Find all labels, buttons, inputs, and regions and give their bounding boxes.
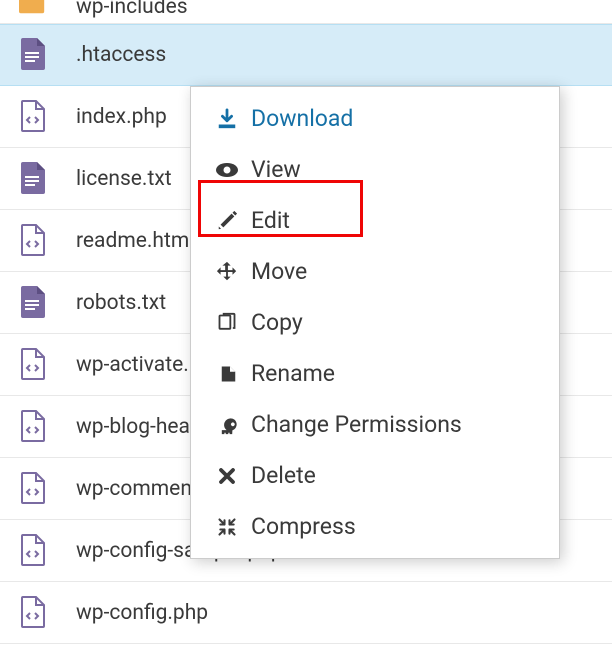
code-file-icon bbox=[18, 534, 48, 568]
document-icon bbox=[18, 38, 48, 72]
file-row[interactable]: wp-config.php bbox=[0, 582, 612, 644]
menu-item-view[interactable]: View bbox=[191, 144, 559, 195]
menu-label: Change Permissions bbox=[251, 411, 462, 438]
document-icon bbox=[18, 162, 48, 196]
eye-icon bbox=[213, 156, 241, 184]
menu-item-compress[interactable]: Compress bbox=[191, 501, 559, 552]
compress-icon bbox=[213, 513, 241, 541]
file-name: robots.txt bbox=[76, 291, 166, 315]
document-icon bbox=[18, 286, 48, 320]
menu-label: Copy bbox=[251, 309, 303, 336]
menu-item-move[interactable]: Move bbox=[191, 246, 559, 297]
close-icon bbox=[213, 462, 241, 490]
copy-icon bbox=[213, 309, 241, 337]
code-file-icon bbox=[18, 410, 48, 444]
code-file-icon bbox=[18, 224, 48, 258]
menu-item-download[interactable]: Download bbox=[191, 93, 559, 144]
code-file-icon bbox=[18, 472, 48, 506]
file-name: .htaccess bbox=[76, 43, 166, 67]
pencil-icon bbox=[213, 207, 241, 235]
file-row[interactable]: .htaccess bbox=[0, 24, 612, 86]
context-menu: Download View Edit Move Copy Rename Chan… bbox=[190, 86, 560, 559]
menu-item-permissions[interactable]: Change Permissions bbox=[191, 399, 559, 450]
file-name: license.txt bbox=[76, 167, 172, 191]
code-file-icon bbox=[18, 100, 48, 134]
folder-icon bbox=[18, 0, 48, 19]
key-icon bbox=[213, 411, 241, 439]
code-file-icon bbox=[18, 348, 48, 382]
menu-item-rename[interactable]: Rename bbox=[191, 348, 559, 399]
menu-label: Compress bbox=[251, 513, 356, 540]
menu-label: Delete bbox=[251, 462, 316, 489]
file-name: readme.html bbox=[76, 229, 194, 253]
code-file-icon bbox=[18, 596, 48, 630]
menu-label: View bbox=[251, 156, 301, 183]
move-icon bbox=[213, 258, 241, 286]
download-icon bbox=[213, 105, 241, 133]
menu-label: Move bbox=[251, 258, 307, 285]
menu-item-edit[interactable]: Edit bbox=[191, 195, 559, 246]
menu-label: Rename bbox=[251, 360, 335, 387]
menu-item-copy[interactable]: Copy bbox=[191, 297, 559, 348]
file-name: wp-includes bbox=[76, 0, 188, 19]
menu-item-delete[interactable]: Delete bbox=[191, 450, 559, 501]
file-row[interactable]: wp-includes bbox=[0, 0, 612, 24]
menu-label: Download bbox=[251, 105, 353, 132]
menu-label: Edit bbox=[251, 207, 290, 234]
file-name: index.php bbox=[76, 105, 167, 129]
file-icon bbox=[213, 360, 241, 388]
file-name: wp-config.php bbox=[76, 601, 208, 625]
